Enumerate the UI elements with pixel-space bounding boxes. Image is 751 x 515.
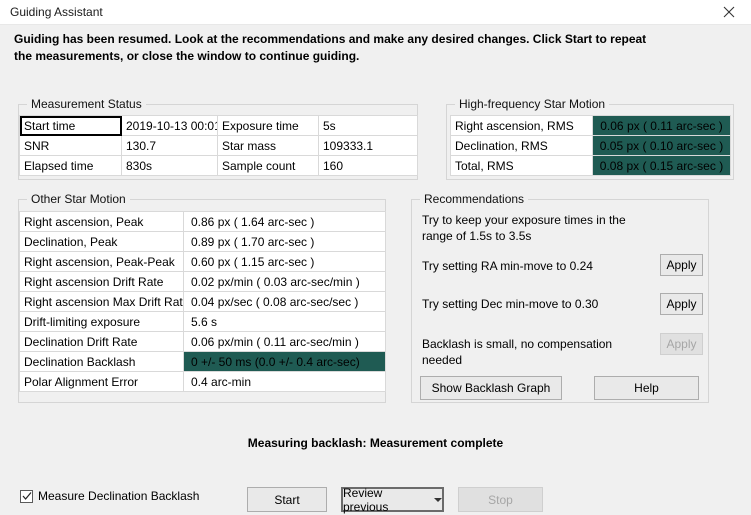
cell-star-mass-value[interactable]: 109333.1: [319, 136, 418, 156]
cell-elapsed-time-value[interactable]: 830s: [122, 156, 218, 176]
cell-drift-limiting-exposure-label[interactable]: Drift-limiting exposure: [20, 312, 184, 332]
other-star-motion-title: Other Star Motion: [27, 192, 130, 206]
cell-dec-rms-value[interactable]: 0.05 px ( 0.10 arc-sec ): [593, 136, 731, 156]
cell-polar-alignment-error-value[interactable]: 0.4 arc-min: [184, 372, 386, 392]
apply-ra-min-move-button[interactable]: Apply: [660, 254, 703, 276]
start-button[interactable]: Start: [247, 487, 327, 512]
cell-start-time-label[interactable]: Start time: [20, 116, 122, 136]
cell-ra-rms-label[interactable]: Right ascension, RMS: [451, 116, 593, 136]
cell-ra-max-drift-rate-label[interactable]: Right ascension Max Drift Rate: [20, 292, 184, 312]
cell-ra-max-drift-rate-value[interactable]: 0.04 px/sec ( 0.08 arc-sec/sec ): [184, 292, 386, 312]
measurement-status-table: Start time 2019-10-13 00:01:09 Exposure …: [19, 115, 418, 176]
table-row: Elapsed time 830s Sample count 160: [20, 156, 418, 176]
apply-dec-min-move-button[interactable]: Apply: [660, 293, 703, 315]
checkbox-label: Measure Declination Backlash: [38, 489, 199, 503]
apply-backlash-button: Apply: [660, 333, 703, 355]
table-row: Declination, RMS 0.05 px ( 0.10 arc-sec …: [451, 136, 731, 156]
measurement-status-title: Measurement Status: [27, 97, 146, 111]
checkmark-icon: [20, 490, 33, 503]
cell-snr-label[interactable]: SNR: [20, 136, 122, 156]
status-message: Measuring backlash: Measurement complete: [0, 436, 751, 450]
cell-ra-peak-label[interactable]: Right ascension, Peak: [20, 212, 184, 232]
cell-dec-peak-label[interactable]: Declination, Peak: [20, 232, 184, 252]
cell-total-rms-value[interactable]: 0.08 px ( 0.15 arc-sec ): [593, 156, 731, 176]
cell-dec-peak-value[interactable]: 0.89 px ( 1.70 arc-sec ): [184, 232, 386, 252]
table-row: Declination Drift Rate 0.06 px/min ( 0.1…: [20, 332, 386, 352]
table-row: Right ascension, Peak-Peak 0.60 px ( 1.1…: [20, 252, 386, 272]
cell-ra-peak-value[interactable]: 0.86 px ( 1.64 arc-sec ): [184, 212, 386, 232]
high-frequency-star-motion-title: High-frequency Star Motion: [455, 97, 609, 111]
title-bar: Guiding Assistant: [0, 0, 751, 25]
table-row: Total, RMS 0.08 px ( 0.15 arc-sec ): [451, 156, 731, 176]
review-previous-label: Review previous: [343, 486, 427, 514]
recommendation-text-ra-min-move: Try setting RA min-move to 0.24: [422, 258, 652, 274]
table-row: Polar Alignment Error 0.4 arc-min: [20, 372, 386, 392]
info-message: Guiding has been resumed. Look at the re…: [14, 31, 664, 65]
cell-dec-rms-label[interactable]: Declination, RMS: [451, 136, 593, 156]
table-row: Drift-limiting exposure 5.6 s: [20, 312, 386, 332]
cell-exposure-time-label[interactable]: Exposure time: [218, 116, 319, 136]
high-frequency-star-motion-table: Right ascension, RMS 0.06 px ( 0.11 arc-…: [450, 115, 731, 176]
cell-snr-value[interactable]: 130.7: [122, 136, 218, 156]
cell-polar-alignment-error-label[interactable]: Polar Alignment Error: [20, 372, 184, 392]
cell-total-rms-label[interactable]: Total, RMS: [451, 156, 593, 176]
table-row: Right ascension Drift Rate 0.02 px/min (…: [20, 272, 386, 292]
window-title: Guiding Assistant: [10, 5, 103, 19]
recommendations-title: Recommendations: [420, 192, 528, 206]
cell-sample-count-value[interactable]: 160: [319, 156, 418, 176]
cell-elapsed-time-label[interactable]: Elapsed time: [20, 156, 122, 176]
recommendation-text-exposure: Try to keep your exposure times in the r…: [422, 212, 652, 244]
cell-star-mass-label[interactable]: Star mass: [218, 136, 319, 156]
chevron-down-icon: [434, 498, 442, 502]
recommendations-group: Recommendations Try to keep your exposur…: [411, 199, 709, 403]
stop-button: Stop: [458, 487, 543, 512]
table-row: Right ascension Max Drift Rate 0.04 px/s…: [20, 292, 386, 312]
close-icon[interactable]: [706, 0, 751, 24]
cell-dec-drift-rate-label[interactable]: Declination Drift Rate: [20, 332, 184, 352]
cell-drift-limiting-exposure-value[interactable]: 5.6 s: [184, 312, 386, 332]
cell-ra-rms-value[interactable]: 0.06 px ( 0.11 arc-sec ): [593, 116, 731, 136]
cell-sample-count-label[interactable]: Sample count: [218, 156, 319, 176]
table-row: Start time 2019-10-13 00:01:09 Exposure …: [20, 116, 418, 136]
other-star-motion-table: Right ascension, Peak 0.86 px ( 1.64 arc…: [19, 211, 386, 392]
cell-ra-peak-peak-value[interactable]: 0.60 px ( 1.15 arc-sec ): [184, 252, 386, 272]
table-row: Declination, Peak 0.89 px ( 1.70 arc-sec…: [20, 232, 386, 252]
cell-start-time-value[interactable]: 2019-10-13 00:01:09: [122, 116, 218, 136]
cell-dec-drift-rate-value[interactable]: 0.06 px/min ( 0.11 arc-sec/min ): [184, 332, 386, 352]
guiding-assistant-window: Guiding Assistant Guiding has been resum…: [0, 0, 751, 515]
show-backlash-graph-button[interactable]: Show Backlash Graph: [420, 376, 562, 400]
table-row: Right ascension, Peak 0.86 px ( 1.64 arc…: [20, 212, 386, 232]
table-row: SNR 130.7 Star mass 109333.1: [20, 136, 418, 156]
cell-dec-backlash-label[interactable]: Declination Backlash: [20, 352, 184, 372]
review-previous-button[interactable]: Review previous: [341, 487, 444, 512]
cell-ra-drift-rate-value[interactable]: 0.02 px/min ( 0.03 arc-sec/min ): [184, 272, 386, 292]
cell-dec-backlash-value[interactable]: 0 +/- 50 ms (0.0 +/- 0.4 arc-sec): [184, 352, 386, 372]
table-row: Declination Backlash 0 +/- 50 ms (0.0 +/…: [20, 352, 386, 372]
cell-exposure-time-value[interactable]: 5s: [319, 116, 418, 136]
help-button[interactable]: Help: [594, 376, 699, 400]
cell-ra-drift-rate-label[interactable]: Right ascension Drift Rate: [20, 272, 184, 292]
recommendation-text-backlash: Backlash is small, no compensation neede…: [422, 336, 652, 368]
measure-declination-backlash-checkbox[interactable]: Measure Declination Backlash: [20, 489, 199, 503]
table-row: Right ascension, RMS 0.06 px ( 0.11 arc-…: [451, 116, 731, 136]
cell-ra-peak-peak-label[interactable]: Right ascension, Peak-Peak: [20, 252, 184, 272]
recommendation-text-dec-min-move: Try setting Dec min-move to 0.30: [422, 296, 652, 312]
